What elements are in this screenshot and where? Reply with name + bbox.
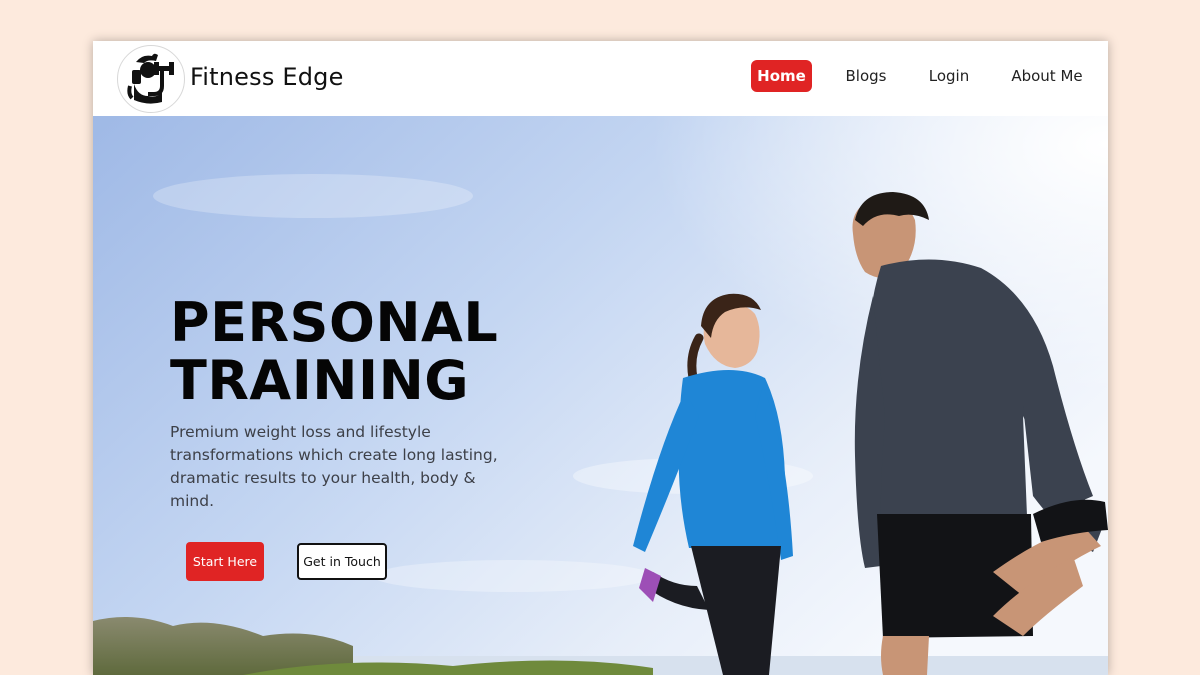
get-in-touch-button[interactable]: Get in Touch (297, 543, 387, 580)
start-here-button[interactable]: Start Here (186, 542, 264, 581)
brand-name[interactable]: Fitness Edge (190, 63, 344, 91)
navbar: Fitness Edge Home Blogs Login About Me (93, 41, 1108, 116)
hero-description: Premium weight loss and lifestyle transf… (170, 423, 498, 510)
hero-title-line2: TRAINING (170, 349, 470, 412)
nav-blogs[interactable]: Blogs (836, 60, 896, 92)
hero-title: PERSONAL TRAINING (170, 294, 498, 410)
nav-login-label: Login (928, 67, 970, 85)
hero-section: PERSONAL TRAINING Premium weight loss an… (93, 116, 1108, 675)
page-frame: Fitness Edge Home Blogs Login About Me P… (93, 41, 1108, 675)
nav-about-me[interactable]: About Me (1004, 60, 1090, 92)
logo-icon[interactable] (117, 45, 185, 113)
nav-about-me-label: About Me (1011, 67, 1083, 85)
nav-home[interactable]: Home (751, 60, 812, 92)
nav-home-label: Home (757, 67, 806, 85)
nav-blogs-label: Blogs (845, 67, 887, 85)
hero-title-line1: PERSONAL (170, 291, 499, 354)
nav-login[interactable]: Login (919, 60, 979, 92)
